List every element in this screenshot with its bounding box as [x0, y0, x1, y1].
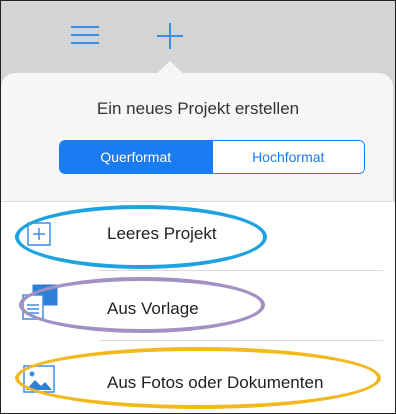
segment-portrait[interactable]: Hochformat [211, 141, 364, 173]
list-item-label: Aus Fotos oder Dokumenten [107, 373, 324, 392]
list-item-from-photos-or-documents[interactable]: Aus Fotos oder Dokumenten [1, 341, 395, 409]
list-item-label: Leeres Projekt [107, 224, 217, 243]
list-item-label: Aus Vorlage [107, 299, 199, 318]
hamburger-menu-icon[interactable] [71, 25, 99, 45]
popover-title: Ein neues Projekt erstellen [96, 99, 300, 118]
segment-landscape[interactable]: Querformat [60, 141, 212, 173]
popover-arrow [155, 61, 185, 75]
toolbar [1, 1, 395, 75]
plus-icon[interactable] [155, 21, 185, 51]
list-item-from-template[interactable]: Aus Vorlage [1, 271, 395, 339]
plus-square-icon [27, 222, 51, 246]
project-options-list: Leeres Projekt Aus Vorlage Aus Fotos ode… [1, 201, 395, 413]
screen: Ein neues Projekt erstellen Querformat H… [0, 0, 396, 414]
orientation-segmented-control: Querformat Hochformat [59, 140, 365, 174]
template-pages-icon [22, 284, 58, 320]
photo-icon [23, 365, 55, 393]
list-item-empty-project[interactable]: Leeres Projekt [1, 202, 395, 270]
